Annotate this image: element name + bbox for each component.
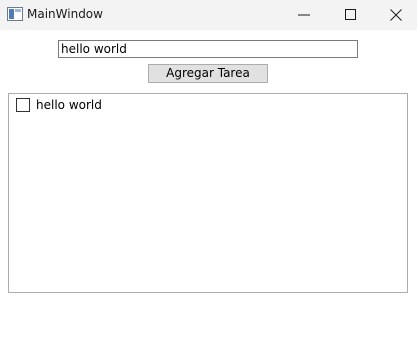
minimize-icon <box>298 14 310 16</box>
task-input[interactable] <box>58 40 358 58</box>
window-app-icon <box>7 7 23 21</box>
task-checkbox[interactable] <box>16 98 30 112</box>
task-label: hello world <box>36 98 102 112</box>
add-task-button[interactable]: Agregar Tarea <box>148 64 268 83</box>
minimize-button[interactable] <box>281 0 327 30</box>
task-list[interactable]: hello world <box>8 93 408 293</box>
close-icon <box>390 9 402 21</box>
close-button[interactable] <box>373 0 417 30</box>
maximize-icon <box>345 9 356 20</box>
maximize-button[interactable] <box>327 0 373 30</box>
title-bar[interactable]: MainWindow <box>0 0 417 30</box>
window-title: MainWindow <box>27 7 103 21</box>
